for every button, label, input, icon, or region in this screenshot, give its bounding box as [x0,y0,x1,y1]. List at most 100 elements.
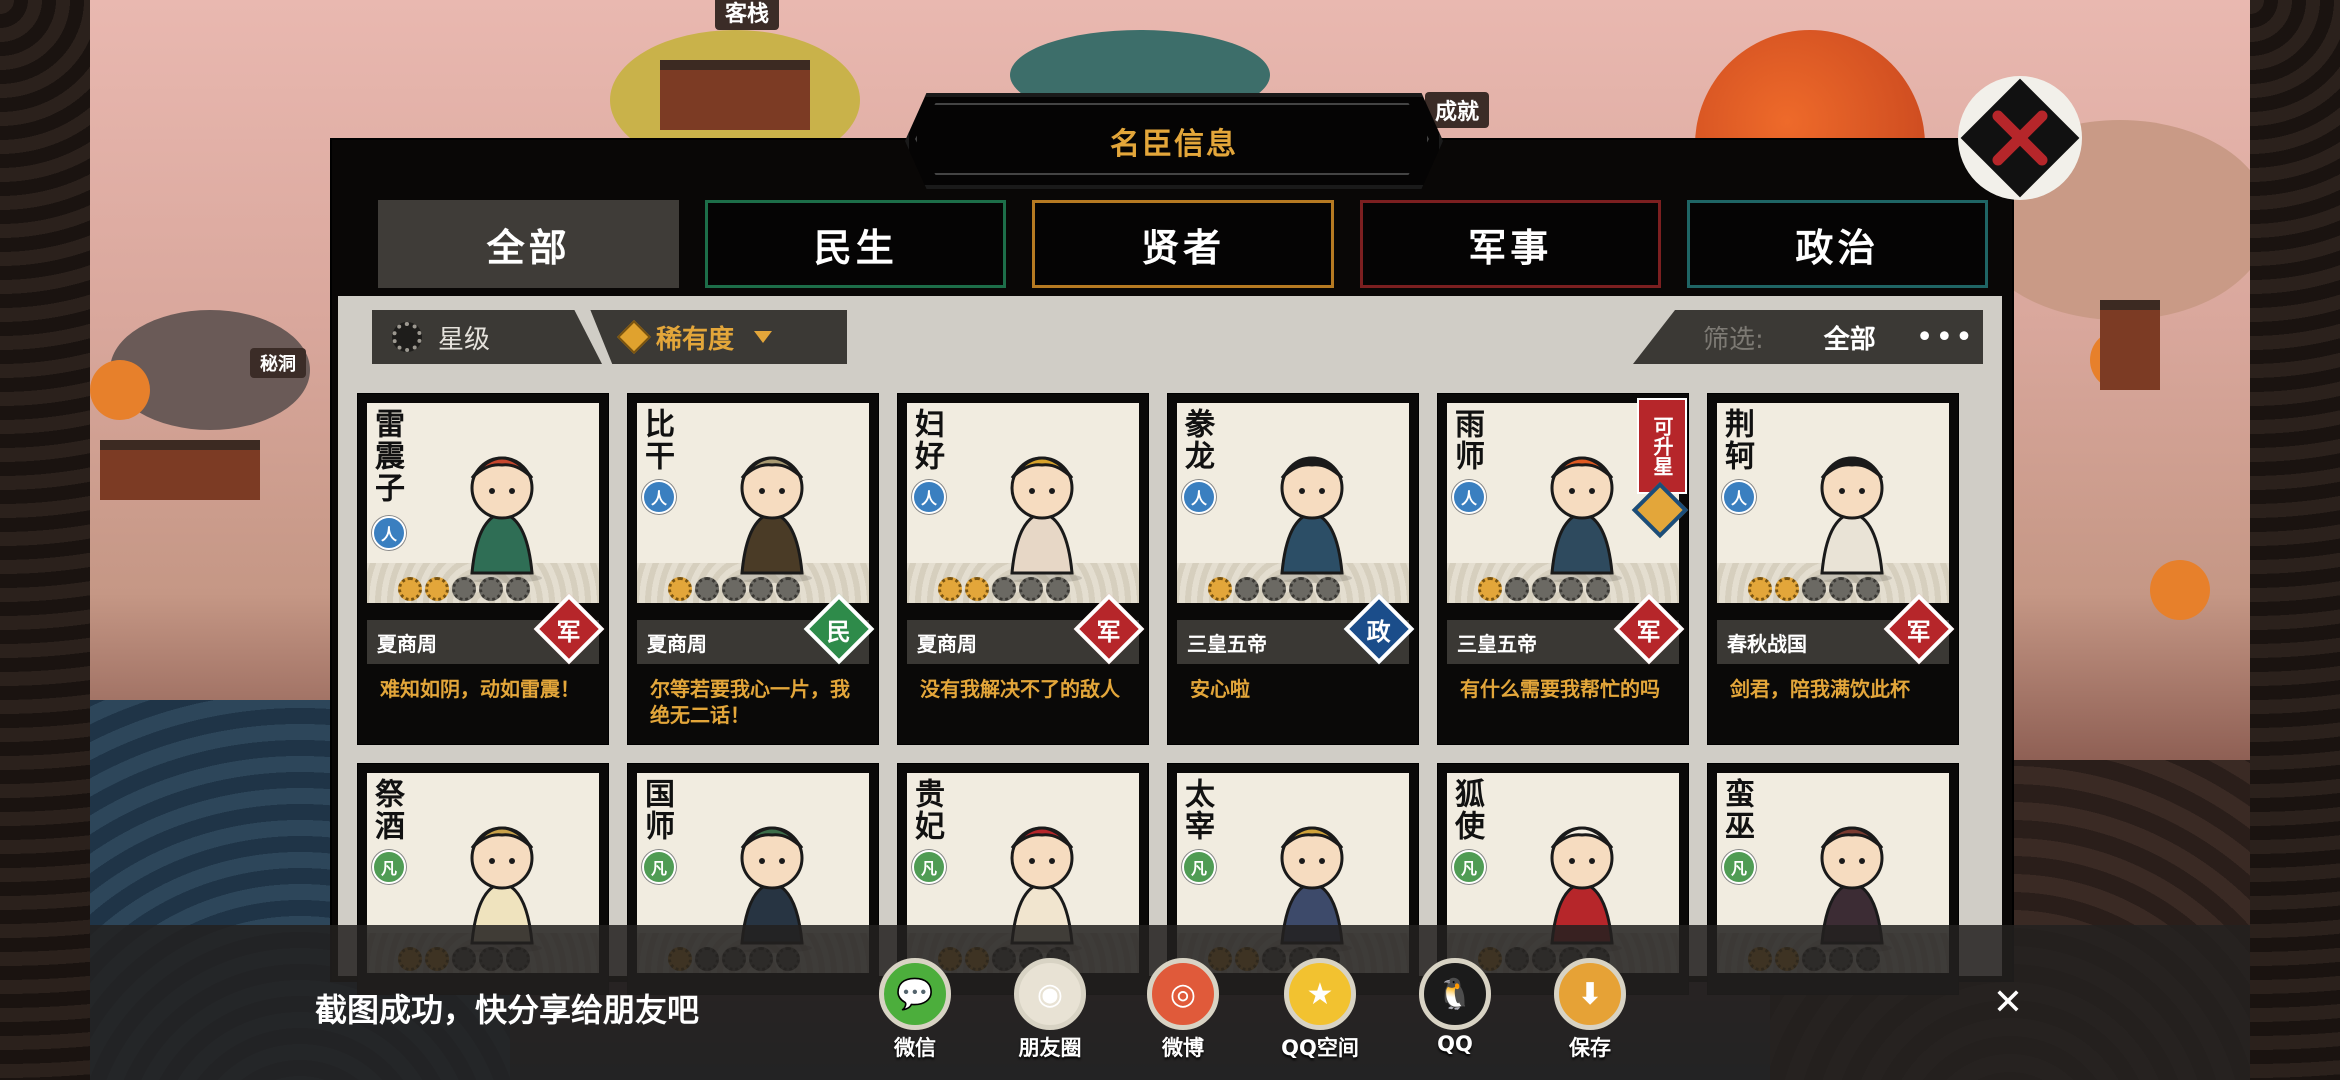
minister-name: 太宰 [1179,778,1214,842]
share-button-2[interactable]: ◉ 朋友圈 [995,958,1105,1062]
share-button-label: 朋友圈 [1018,1036,1082,1060]
moments-icon: ◉ [1014,958,1086,1030]
type-badge: 凡 [372,850,406,884]
star-icon [1316,577,1340,601]
type-badge: 凡 [912,850,946,884]
star-icon [776,577,800,601]
category-rank-label: 军 [1097,617,1121,646]
type-badge: 人 [1452,480,1486,514]
minister-card[interactable]: 雷震子人夏商周军难知如阴，动如雷震！ [357,393,609,745]
minister-name: 比干 [639,408,674,472]
weibo-icon: ◎ [1147,958,1219,1030]
share-button-3[interactable]: ◎ 微博 [1128,958,1238,1062]
star-rating [398,577,530,601]
category-tabs: 全部 民生 贤者 军事 政治 [378,200,1989,288]
share-button-5[interactable]: 🐧 QQ [1400,958,1510,1056]
share-button-4[interactable]: ★ QQ空间 [1265,958,1375,1062]
star-icon [1019,577,1043,601]
share-button-label: 保存 [1569,1036,1611,1060]
filter-label: 筛选: [1703,324,1764,355]
scene-label-cave[interactable]: 秘洞 [250,348,306,378]
tab-sage[interactable]: 贤者 [1032,200,1334,288]
share-button-1[interactable]: 💬 微信 [860,958,970,1062]
star-rating [668,577,800,601]
minister-quote: 剑君，陪我满饮此杯 [1730,677,1910,701]
category-rank-label: 政 [1367,617,1391,646]
star-rating [938,577,1070,601]
tab-politics[interactable]: 政治 [1686,200,1989,288]
star-icon [1532,577,1556,601]
minister-quote: 尔等若要我心一片，我绝无二话！ [650,677,850,727]
share-close-button[interactable]: ✕ [1990,985,2026,1021]
qzone-icon: ★ [1284,958,1356,1030]
dropdown-caret-icon [754,331,773,343]
star-rating [1478,577,1610,601]
star-icon [965,577,989,601]
minister-name: 蛮巫 [1719,778,1754,842]
tab-military[interactable]: 军事 [1359,200,1661,288]
sort-by-star-button[interactable]: 星级 [372,310,602,364]
star-icon [1046,577,1070,601]
tower-building [2100,300,2160,390]
sort-star-label: 星级 [438,324,491,355]
star-icon [1478,577,1502,601]
star-icon [992,577,1016,601]
filter-control[interactable]: 筛选: 全部 ••• [1633,310,1983,364]
type-badge: 人 [1182,480,1216,514]
more-options-icon[interactable]: ••• [1916,320,1975,355]
right-border-pattern [2250,0,2340,1080]
star-icon [452,577,476,601]
minister-quote: 难知如阴，动如雷震！ [380,677,580,701]
star-icon [1829,577,1853,601]
star-icon [506,577,530,601]
minister-name: 雨师 [1449,408,1484,472]
star-icon [479,577,503,601]
house-building [100,440,260,500]
minister-quote: 有什么需要我帮忙的吗 [1460,677,1660,701]
star-icon [1289,577,1313,601]
share-button-label: 微博 [1162,1036,1204,1060]
sort-by-rarity-button[interactable]: 稀有度 [590,310,847,364]
panel-title: 名臣信息 [905,93,1443,189]
star-icon [1559,577,1583,601]
category-rank-label: 军 [1907,617,1931,646]
star-icon [425,577,449,601]
character-portrait-icon [1002,456,1082,583]
minister-name: 妇好 [909,408,944,472]
left-border-pattern [0,0,90,1080]
close-button[interactable] [1950,68,2090,208]
rarity-diamond-icon [617,320,651,354]
star-icon [1802,577,1826,601]
minister-name: 贵妃 [909,778,944,842]
sort-bar: 星级 稀有度 [372,310,847,364]
type-badge: 凡 [1722,850,1756,884]
tab-livelihood[interactable]: 民生 [705,200,1007,288]
minister-name: 豢龙 [1179,408,1214,472]
type-badge: 人 [912,480,946,514]
character-portrait-icon [1812,456,1892,583]
share-button-label: QQ [1437,1032,1473,1056]
minister-name: 祭酒 [369,778,404,842]
tab-all[interactable]: 全部 [378,200,680,288]
star-rating [1208,577,1340,601]
character-portrait-icon [462,456,542,583]
character-portrait-icon [1542,456,1622,583]
minister-card[interactable]: 妇好人夏商周军没有我解决不了的敌人 [897,393,1149,745]
share-message: 截图成功，快分享给朋友吧 [315,991,700,1029]
close-x-icon [1958,76,2082,200]
share-button-label: 微信 [894,1036,936,1060]
share-button-label: QQ空间 [1281,1036,1359,1060]
star-icon [722,577,746,601]
scene-label-inn[interactable]: 客栈 [715,0,780,30]
star-rating [1748,577,1880,601]
download-icon: ⬇ [1554,958,1626,1030]
share-button-6[interactable]: ⬇ 保存 [1535,958,1645,1062]
minister-card[interactable]: 比干人夏商周民尔等若要我心一片，我绝无二话！ [627,393,879,745]
star-icon [1262,577,1286,601]
minister-card[interactable]: 荆轲人春秋战国军剑君，陪我满饮此杯 [1707,393,1959,745]
star-icon [398,577,422,601]
star-icon [1505,577,1529,601]
character-portrait-icon [732,456,812,583]
star-icon [695,577,719,601]
minister-card[interactable]: 豢龙人三皇五帝政安心啦 [1167,393,1419,745]
